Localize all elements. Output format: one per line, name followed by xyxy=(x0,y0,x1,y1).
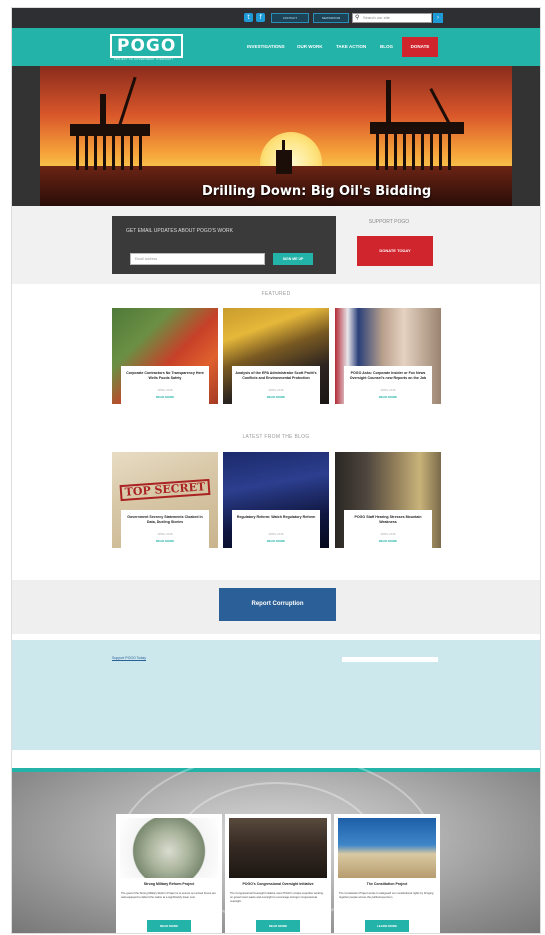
featured-card[interactable]: POGO Asks: Corporate Insider or Fox News… xyxy=(335,308,441,404)
center-rig xyxy=(276,150,292,174)
card-body: Analysis of the EPA Administrator Scott … xyxy=(232,366,320,404)
nav-investigations[interactable]: INVESTIGATIONS xyxy=(247,44,285,50)
featured-title: FEATURED xyxy=(261,291,291,297)
project-description: The goal of the Strong Military Reform P… xyxy=(121,892,216,899)
project-button[interactable]: READ MORE xyxy=(147,920,191,932)
read-more-link[interactable]: READ MORE xyxy=(344,395,432,399)
nav-take-action[interactable]: TAKE ACTION xyxy=(336,44,366,50)
email-input[interactable]: Email address xyxy=(130,253,265,265)
supreme-court-image xyxy=(338,818,436,878)
featured-card[interactable]: Analysis of the EPA Administrator Scott … xyxy=(223,308,329,404)
main-nav: POGO PROJECT ON GOVERNMENT OVERSIGHT INV… xyxy=(12,28,540,66)
card-body: POGO Asks: Corporate Insider or Fox News… xyxy=(344,366,432,404)
search-input[interactable]: ⚲ Search our site xyxy=(352,13,432,23)
project-title[interactable]: The Constitution Project xyxy=(334,882,440,887)
hero-banner[interactable]: Drilling Down: Big Oil's Bidding xyxy=(12,66,540,206)
card-body: Corporate Contractors No Transparency He… xyxy=(121,366,209,404)
project-description: The Congressional Oversight Initiative u… xyxy=(230,892,323,903)
right-rig-legs xyxy=(376,134,456,170)
donate-today-button[interactable]: DONATE TODAY xyxy=(357,236,433,266)
contact-button[interactable]: CONTACT xyxy=(271,13,309,23)
card-title[interactable]: POGO Asks: Corporate Insider or Fox News… xyxy=(347,371,429,380)
card-title[interactable]: Regulatory Reform: Watch Regulatory Refo… xyxy=(235,515,317,520)
card-date: APRIL 2018 xyxy=(268,388,284,392)
folded-money-image xyxy=(120,818,218,878)
card-date: APRIL 2018 xyxy=(380,388,396,392)
project-title[interactable]: POGO's Congressional Oversight Initiativ… xyxy=(225,882,331,887)
search-submit-button[interactable]: › xyxy=(433,13,443,23)
congress-hearing-image xyxy=(229,818,327,878)
project-card[interactable]: POGO's Congressional Oversight Initiativ… xyxy=(225,814,331,933)
card-date: APRIL 2018 xyxy=(157,532,173,536)
nav-our-work[interactable]: OUR WORK xyxy=(297,44,323,50)
left-rig-tower xyxy=(100,94,106,126)
card-date: APRIL 2018 xyxy=(380,532,396,536)
support-link[interactable]: Support POGO Today xyxy=(112,656,146,661)
read-more-link[interactable]: READ MORE xyxy=(232,539,320,543)
search-icon: ⚲ xyxy=(355,15,360,21)
info-section xyxy=(12,640,540,750)
card-date: APRIL 2018 xyxy=(157,388,173,392)
left-rig-crane xyxy=(118,76,137,126)
donate-button[interactable]: DONATE xyxy=(402,37,438,57)
left-rig-deck xyxy=(70,124,150,136)
report-corruption-button[interactable]: Report Corruption xyxy=(219,588,336,621)
top-secret-stamp: TOP SECRET xyxy=(119,478,211,502)
blog-card[interactable]: POGO Staff Hearing Stresses Mountain Wea… xyxy=(335,452,441,548)
white-bar xyxy=(342,657,438,662)
page: t f CONTACT NEWSROOM ⚲ Search our site ›… xyxy=(12,8,540,933)
card-title[interactable]: Government Secrecy Statements Cloaked in… xyxy=(124,515,206,524)
center-rig-mast xyxy=(282,140,285,152)
project-title[interactable]: Strong Military Reform Project xyxy=(116,882,222,887)
signup-title: GET EMAIL UPDATES ABOUT POGO'S WORK xyxy=(126,228,233,234)
left-rig-legs xyxy=(76,136,142,170)
hero-title[interactable]: Drilling Down: Big Oil's Bidding xyxy=(202,184,431,200)
facebook-icon[interactable]: f xyxy=(256,13,265,22)
blog-card[interactable]: TOP SECRET Government Secrecy Statements… xyxy=(112,452,218,548)
logo-tagline: PROJECT ON GOVERNMENT OVERSIGHT xyxy=(114,58,174,61)
project-description: The Constitution Project works to safegu… xyxy=(339,892,434,899)
pogo-logo[interactable]: POGO xyxy=(110,34,184,58)
sign-up-button[interactable]: SIGN ME UP xyxy=(273,253,313,265)
twitter-icon[interactable]: t xyxy=(244,13,253,22)
card-title[interactable]: POGO Staff Hearing Stresses Mountain Wea… xyxy=(347,515,429,524)
project-button[interactable]: LEARN MORE xyxy=(365,920,409,932)
right-rig-tower xyxy=(386,80,391,124)
search-placeholder: Search our site xyxy=(363,15,390,20)
card-title[interactable]: Analysis of the EPA Administrator Scott … xyxy=(235,371,317,380)
project-card[interactable]: Strong Military Reform Project The goal … xyxy=(116,814,222,933)
blog-card[interactable]: Regulatory Reform: Watch Regulatory Refo… xyxy=(223,452,329,548)
top-utility-bar: t f CONTACT NEWSROOM ⚲ Search our site › xyxy=(12,8,540,28)
featured-card[interactable]: Corporate Contractors No Transparency He… xyxy=(112,308,218,404)
card-title[interactable]: Corporate Contractors No Transparency He… xyxy=(124,371,206,380)
read-more-link[interactable]: READ MORE xyxy=(344,539,432,543)
card-body: Government Secrecy Statements Cloaked in… xyxy=(121,510,209,548)
email-signup-box: GET EMAIL UPDATES ABOUT POGO'S WORK Emai… xyxy=(112,216,336,274)
nav-blog[interactable]: BLOG xyxy=(380,44,393,50)
project-button[interactable]: READ MORE xyxy=(256,920,300,932)
read-more-link[interactable]: READ MORE xyxy=(232,395,320,399)
newsroom-button[interactable]: NEWSROOM xyxy=(313,13,349,23)
card-date: APRIL 2018 xyxy=(268,532,284,536)
card-body: POGO Staff Hearing Stresses Mountain Wea… xyxy=(344,510,432,548)
latest-blog-title: LATEST FROM THE BLOG xyxy=(242,434,310,440)
card-body: Regulatory Reform: Watch Regulatory Refo… xyxy=(232,510,320,548)
read-more-link[interactable]: READ MORE xyxy=(121,395,209,399)
support-title: SUPPORT POGO xyxy=(368,219,410,225)
project-card[interactable]: The Constitution Project The Constitutio… xyxy=(334,814,440,933)
read-more-link[interactable]: READ MORE xyxy=(121,539,209,543)
